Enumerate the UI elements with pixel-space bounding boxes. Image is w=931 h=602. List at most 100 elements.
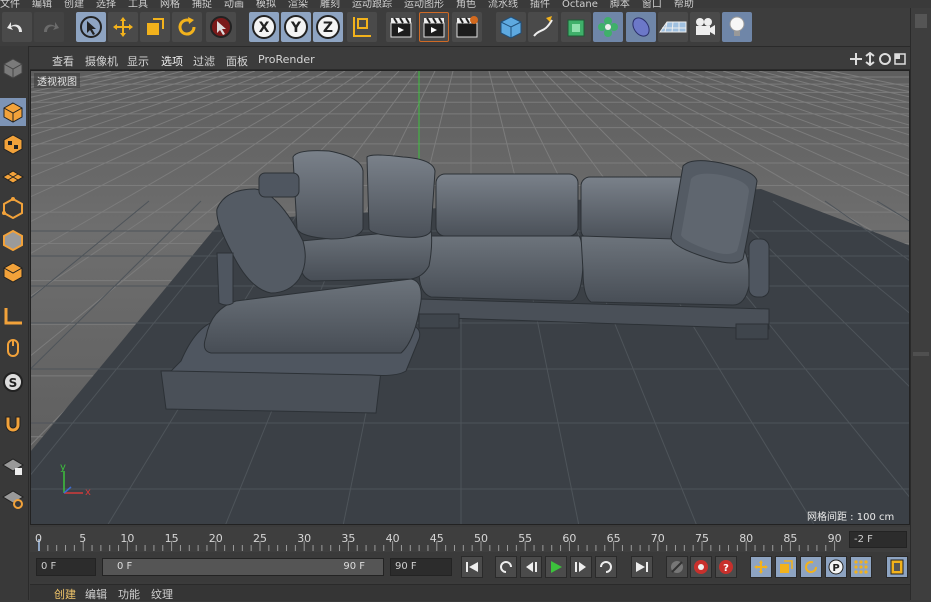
next-frame-button[interactable] [570,556,592,578]
viewport-menu-item[interactable]: 过滤 [193,53,215,69]
arrow-cursor-icon [210,16,232,38]
left-tool-palette: S [0,46,29,600]
magnet-button[interactable] [0,410,26,438]
rotate-view-icon[interactable] [879,53,891,65]
menu-item[interactable]: 模拟 [256,0,276,8]
snap-button[interactable]: S [0,368,26,396]
z-axis-lock-button[interactable]: Z [313,12,343,42]
end-frame-field[interactable]: 90 F [390,558,452,576]
menu-item[interactable]: 网格 [160,0,180,8]
scale-tool-button[interactable] [140,12,170,42]
key-parameter-button[interactable]: P [825,556,847,578]
viewport-menu-item[interactable]: 选项 [161,53,183,69]
timeline-tick-label: 40 [385,532,400,545]
redo-button[interactable] [34,12,64,42]
menu-item[interactable]: 帮助 [674,0,694,8]
prev-key-button[interactable] [495,556,517,578]
panel-divider[interactable] [913,352,929,356]
move-tool-button[interactable] [108,12,138,42]
perspective-viewport[interactable] [30,70,910,525]
y-axis-lock-button[interactable]: Y [281,12,311,42]
viewport-menu-item[interactable]: 查看 [52,53,74,69]
make-editable-button[interactable] [0,54,26,82]
goto-end-button[interactable] [631,556,653,578]
deformer-button[interactable] [626,12,656,42]
cube-primitive-button[interactable] [496,12,526,42]
light-button[interactable] [722,12,752,42]
preview-range-slider[interactable]: 0 F 90 F [102,558,384,576]
menu-item[interactable]: 插件 [530,0,550,8]
start-frame-field[interactable]: 0 F [36,558,96,576]
camera-button[interactable] [690,12,720,42]
subdivision-surface-button[interactable] [561,12,591,42]
tweak-mode-button[interactable] [0,334,26,362]
timeline-window-button[interactable] [886,556,908,578]
undo-button[interactable] [2,12,32,42]
menu-item[interactable]: 文件 [0,0,20,8]
menu-item[interactable]: 运动跟踪 [352,0,392,8]
viewport-menu-item[interactable]: 摄像机 [85,53,118,69]
texture-mode-button[interactable] [0,130,26,158]
key-rotation-button[interactable] [800,556,822,578]
workplane-mode-button[interactable] [0,162,26,190]
key-pla-button[interactable] [850,556,872,578]
menu-item[interactable]: 选择 [96,0,116,8]
auto-key-button[interactable]: ? [715,556,737,578]
viewport-menu-item[interactable]: ProRender [258,53,315,66]
timeline-tick-label: 45 [429,532,444,545]
cloner-button[interactable] [593,12,623,42]
menu-item[interactable]: 动画 [224,0,244,8]
workplane-align-button[interactable] [0,484,26,512]
goto-start-button[interactable] [461,556,483,578]
render-view-button[interactable] [386,12,416,42]
menu-item[interactable]: 创建 [64,0,84,8]
select-tool-button[interactable] [76,12,106,42]
viewport-menu-item[interactable]: 面板 [226,53,248,69]
clapperboard-icon [390,17,412,38]
zoom-icon[interactable] [865,51,875,67]
render-settings-button[interactable] [452,12,482,42]
record-button[interactable] [690,556,712,578]
play-button[interactable] [545,556,567,578]
viewport-canvas[interactable] [31,71,910,525]
x-axis-lock-button[interactable]: X [249,12,279,42]
timeline-ruler[interactable] [30,527,910,552]
axis-mode-button[interactable] [0,302,26,330]
menu-item[interactable]: 脚本 [610,0,630,8]
floor-button[interactable] [658,12,688,42]
menu-item[interactable]: 运动图形 [404,0,444,8]
maximize-view-icon[interactable] [894,53,906,65]
keyframe-mode-button[interactable] [666,556,688,578]
current-frame-field[interactable]: -2 F [849,531,907,548]
menu-item[interactable]: 工具 [128,0,148,8]
menu-item[interactable]: 雕刻 [320,0,340,8]
menu-item[interactable]: 捕捉 [192,0,212,8]
clapperboard-icon [423,17,445,38]
model-mode-button[interactable] [0,98,26,126]
prev-frame-button[interactable] [520,556,542,578]
viewport-label: 透视视图 [34,73,80,88]
range-start-label: 0 F [117,561,133,572]
edges-mode-button[interactable] [0,226,26,254]
lock-workplane-button[interactable] [0,452,26,480]
key-position-button[interactable] [750,556,772,578]
menu-item[interactable]: 流水线 [488,0,518,8]
viewport-menu-item[interactable]: 显示 [127,53,149,69]
next-key-button[interactable] [595,556,617,578]
coordinate-system-button[interactable] [347,12,377,42]
points-mode-button[interactable] [0,194,26,222]
polygons-mode-button[interactable] [0,258,26,286]
panel-toggle-icon[interactable] [915,14,927,28]
menu-item[interactable]: Octane [562,0,598,8]
timeline-tick-label: 5 [79,532,87,545]
pen-spline-button[interactable] [528,12,558,42]
menu-item[interactable]: 角色 [456,0,476,8]
menu-item[interactable]: 编辑 [32,0,52,8]
pan-icon[interactable] [850,53,862,65]
recent-tool-button[interactable] [206,12,236,42]
menu-item[interactable]: 渲染 [288,0,308,8]
key-scale-button[interactable] [775,556,797,578]
rotate-tool-button[interactable] [172,12,202,42]
menu-item[interactable]: 窗口 [642,0,662,8]
render-to-picture-viewer-button[interactable] [419,12,449,42]
